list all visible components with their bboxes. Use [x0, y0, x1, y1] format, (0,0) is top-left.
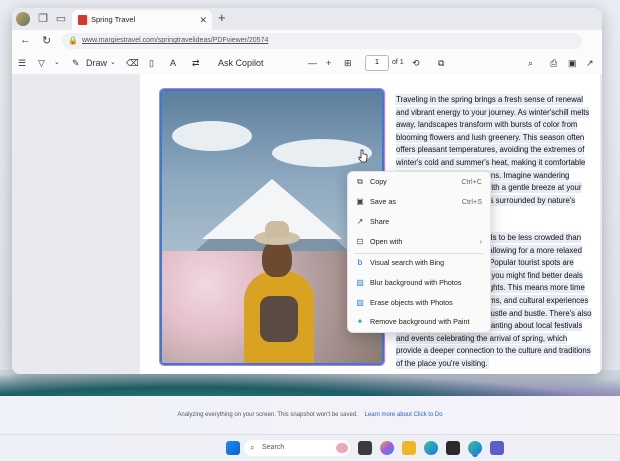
rotate-icon[interactable]: ⟲: [412, 56, 420, 70]
title-bar: ❐ ▭ Spring Travel ✕ +: [12, 8, 602, 30]
page-number-input[interactable]: 1: [365, 55, 389, 71]
two-page-icon[interactable]: ⧉: [438, 56, 444, 70]
menu-copy[interactable]: ⧉ Copy Ctrl+C: [348, 172, 490, 192]
back-arrow-icon[interactable]: ←: [20, 34, 31, 46]
pdf-icon: [78, 15, 87, 25]
page-total: of 1: [392, 59, 404, 66]
save-icon[interactable]: ▣: [568, 56, 577, 70]
mouse-cursor-icon: [358, 149, 368, 163]
photo-hat-crown: [265, 221, 289, 237]
new-tab-button[interactable]: +: [218, 10, 226, 25]
ask-copilot-button[interactable]: Ask Copilot: [218, 56, 264, 70]
teams-icon[interactable]: [490, 441, 504, 455]
learn-more-link[interactable]: Learn more about Click to Do: [365, 412, 443, 418]
share-icon: ↗: [356, 217, 364, 226]
menu-erase-objects[interactable]: ▨ Erase objects with Photos: [348, 293, 490, 313]
pdf-viewport: Traveling in the spring brings a fresh s…: [12, 74, 602, 374]
refresh-icon[interactable]: ↻: [42, 34, 51, 47]
copy-icon: ⧉: [357, 177, 363, 186]
fit-page-icon[interactable]: ⊞: [344, 56, 352, 70]
chevron-down-icon[interactable]: ⌄: [54, 56, 60, 70]
translate-icon[interactable]: ⇄: [192, 56, 200, 70]
store-icon[interactable]: [446, 441, 460, 455]
share-icon[interactable]: ↗: [586, 56, 594, 70]
profile-avatar[interactable]: [16, 12, 30, 26]
menu-visual-search[interactable]: b Visual search with Bing: [348, 253, 490, 273]
browser-window: ❐ ▭ Spring Travel ✕ + ← ↻ 🔒 www.margiest…: [12, 8, 602, 374]
tab-spring-travel[interactable]: Spring Travel ✕: [72, 10, 212, 30]
click-to-do-infobar: Analyzing everything on your screen. Thi…: [0, 396, 620, 434]
bing-icon: b: [357, 258, 363, 267]
file-explorer-icon[interactable]: [402, 441, 416, 455]
context-menu: ⧉ Copy Ctrl+C ▣ Save as Ctrl+S ↗ Share ⊡…: [347, 171, 491, 333]
zoom-in-button[interactable]: +: [326, 56, 331, 70]
copilot-icon[interactable]: [380, 441, 394, 455]
contents-icon[interactable]: ☰: [18, 56, 26, 70]
save-icon: ▣: [356, 197, 364, 206]
pdf-toolbar: ☰ ▽ ⌄ ✎ Draw ⌄ ⌫ ▯ A ⇄ Ask Copilot — + ⊞…: [12, 52, 602, 75]
tab-actions-icon[interactable]: ▭: [54, 12, 68, 26]
site-info-icon[interactable]: 🔒: [68, 33, 78, 49]
photo-cloud: [272, 139, 372, 167]
taskbar-search[interactable]: ⌕ Search: [244, 440, 350, 456]
menu-remove-background[interactable]: ✦ Remove background with Paint: [348, 312, 490, 332]
tab-title: Spring Travel: [91, 15, 136, 24]
widget-icon[interactable]: [336, 443, 348, 453]
infobar-message: Analyzing everything on your screen. Thi…: [177, 412, 358, 418]
task-view-icon[interactable]: [358, 441, 372, 455]
menu-save-as[interactable]: ▣ Save as Ctrl+S: [348, 192, 490, 212]
workspaces-icon[interactable]: ❐: [36, 12, 50, 26]
tab-close-button[interactable]: ✕: [199, 10, 207, 30]
highlight-icon[interactable]: ▽: [38, 56, 45, 70]
address-bar-row: ← ↻ 🔒 www.margiestravel.com/springtravel…: [12, 30, 602, 52]
edge-active-icon[interactable]: [468, 441, 482, 455]
menu-share[interactable]: ↗ Share: [348, 212, 490, 232]
photos-icon: ▨: [356, 278, 364, 287]
print-icon[interactable]: ⎙: [550, 56, 557, 70]
draw-button[interactable]: Draw: [86, 56, 107, 70]
edge-icon[interactable]: [424, 441, 438, 455]
chevron-down-icon[interactable]: ⌄: [110, 56, 116, 70]
chevron-right-icon: ›: [479, 237, 482, 246]
photo-cloud: [172, 121, 252, 151]
zoom-out-button[interactable]: —: [308, 56, 317, 70]
search-icon: ⌕: [250, 443, 255, 452]
url-text: www.margiestravel.com/springtravelideas/…: [82, 37, 269, 44]
page-view-icon[interactable]: ▯: [149, 56, 154, 70]
menu-open-with[interactable]: ⊡ Open with ›: [348, 232, 490, 252]
menu-blur-background[interactable]: ▨ Blur background with Photos: [348, 273, 490, 293]
photos-icon: ▨: [356, 298, 364, 307]
read-aloud-icon[interactable]: A: [170, 56, 176, 70]
start-icon[interactable]: [226, 441, 240, 455]
draw-icon[interactable]: ✎: [72, 56, 80, 70]
photo-backpack: [260, 296, 298, 342]
search-icon[interactable]: ⌕: [528, 56, 533, 70]
address-bar[interactable]: 🔒 www.margiestravel.com/springtravelidea…: [62, 33, 582, 49]
taskbar: ⌕ Search: [0, 434, 620, 461]
open-with-icon: ⊡: [356, 237, 364, 246]
eraser-icon[interactable]: ⌫: [126, 56, 139, 70]
paint-icon: ✦: [356, 317, 364, 326]
